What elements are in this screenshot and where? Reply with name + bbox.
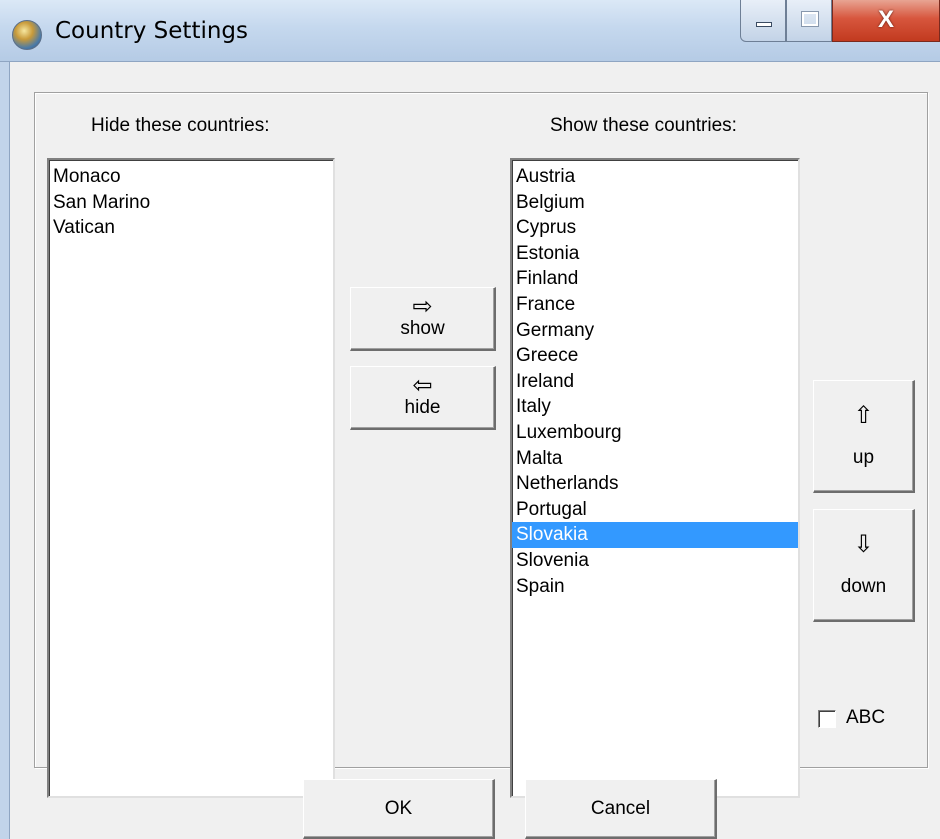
minimize-button[interactable] [740,0,786,42]
window-title: Country Settings [55,18,249,44]
show-button[interactable]: ⇨ show [350,287,496,351]
shown-country-item[interactable]: Slovakia [512,522,798,548]
shown-country-item[interactable]: Finland [512,266,798,292]
shown-country-item[interactable]: Estonia [512,241,798,267]
shown-country-item[interactable]: Cyprus [512,215,798,241]
dialog-client-area: Hide these countries: Show these countri… [10,62,940,839]
globe-icon [12,20,42,50]
shown-country-item[interactable]: Spain [512,574,798,600]
shown-country-item[interactable]: Ireland [512,369,798,395]
arrow-left-icon: ⇦ [412,371,433,399]
hide-countries-label: Hide these countries: [91,115,270,136]
hide-button-label: hide [404,397,441,418]
arrow-down-icon: ⇩ [853,530,874,558]
move-up-button[interactable]: ⇧ up [813,380,915,493]
caption-buttons: X [740,0,940,42]
country-settings-window: Country Settings X Hide these countries:… [0,0,940,839]
move-down-button[interactable]: ⇩ down [813,509,915,622]
shown-country-item[interactable]: Malta [512,446,798,472]
shown-country-item[interactable]: France [512,292,798,318]
close-icon: X [877,6,894,33]
cancel-button[interactable]: Cancel [525,779,717,839]
close-button[interactable]: X [832,0,940,42]
shown-country-item[interactable]: Slovenia [512,548,798,574]
abc-sort-checkbox[interactable] [818,710,836,728]
shown-country-item[interactable]: Portugal [512,497,798,523]
shown-country-item[interactable]: Austria [512,164,798,190]
maximize-icon [801,11,819,27]
ok-button[interactable]: OK [303,779,495,839]
show-button-label: show [400,318,445,339]
arrow-right-icon: ⇨ [412,292,433,320]
abc-sort-label: ABC [846,707,886,728]
hidden-country-item[interactable]: San Marino [49,190,333,216]
hidden-country-item[interactable]: Vatican [49,215,333,241]
hide-button[interactable]: ⇦ hide [350,366,496,430]
hidden-country-item[interactable]: Monaco [49,164,333,190]
shown-country-item[interactable]: Greece [512,343,798,369]
minimize-icon [756,22,772,27]
title-bar[interactable]: Country Settings X [0,0,940,62]
shown-country-item[interactable]: Germany [512,318,798,344]
shown-country-item[interactable]: Belgium [512,190,798,216]
down-button-label: down [840,576,887,597]
hidden-countries-list[interactable]: Monaco San Marino Vatican [47,158,335,798]
shown-country-item[interactable]: Luxembourg [512,420,798,446]
shown-countries-list[interactable]: Austria Belgium Cyprus Estonia Finland France… [510,158,800,798]
maximize-button[interactable] [786,0,832,42]
arrow-up-icon: ⇧ [853,401,874,429]
up-button-label: up [852,447,875,468]
shown-country-item[interactable]: Netherlands [512,471,798,497]
window-frame [0,62,10,839]
shown-country-item[interactable]: Italy [512,394,798,420]
show-countries-label: Show these countries: [550,115,737,136]
